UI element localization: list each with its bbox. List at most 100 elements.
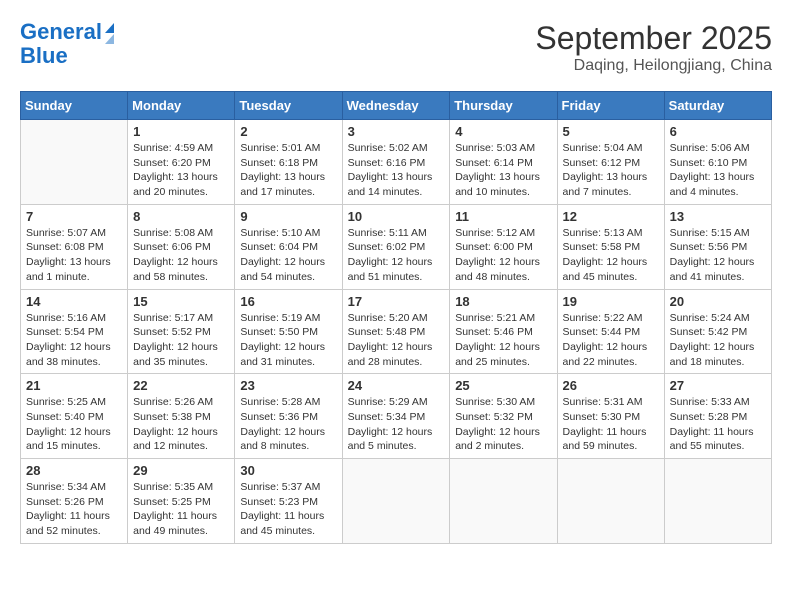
day-number: 2 — [240, 124, 336, 139]
day-info: Sunrise: 5:28 AM Sunset: 5:36 PM Dayligh… — [240, 395, 336, 454]
day-info: Sunrise: 5:21 AM Sunset: 5:46 PM Dayligh… — [455, 311, 551, 370]
calendar-cell: 25Sunrise: 5:30 AM Sunset: 5:32 PM Dayli… — [450, 374, 557, 459]
calendar-cell: 18 Sunrise: 5:21 AM Sunset: 5:46 PM Dayli… — [450, 289, 557, 374]
day-number: 19 — [563, 294, 659, 309]
day-number: 15 — [133, 294, 229, 309]
day-number: 13 — [670, 209, 766, 224]
day-number: 20 — [670, 294, 766, 309]
day-of-week-header: Thursday — [450, 92, 557, 120]
calendar-cell: 9 Sunrise: 5:10 AM Sunset: 6:04 PM Daylig… — [235, 204, 342, 289]
day-info: Sunrise: 5:12 AM Sunset: 6:00 PM Dayligh… — [455, 226, 551, 285]
day-number: 4 — [455, 124, 551, 139]
day-info: Sunrise: 5:34 AM Sunset: 5:26 PM Dayligh… — [26, 480, 122, 539]
calendar-cell: 17 Sunrise: 5:20 AM Sunset: 5:48 PM Dayli… — [342, 289, 450, 374]
calendar-cell: 5Sunrise: 5:04 AM Sunset: 6:12 PM Daylig… — [557, 120, 664, 205]
day-number: 29 — [133, 463, 229, 478]
day-number: 3 — [348, 124, 445, 139]
day-number: 17 — [348, 294, 445, 309]
day-info: Sunrise: 5:11 AM Sunset: 6:02 PM Dayligh… — [348, 226, 445, 285]
day-info: Sunrise: 5:29 AM Sunset: 5:34 PM Dayligh… — [348, 395, 445, 454]
page-header: General Blue September 2025 Daqing, Heil… — [20, 20, 772, 75]
day-info: Sunrise: 5:19 AM Sunset: 5:50 PM Dayligh… — [240, 311, 336, 370]
calendar-cell: 6 Sunrise: 5:06 AM Sunset: 6:10 PM Daylig… — [664, 120, 771, 205]
logo-text: General — [20, 20, 102, 44]
day-info: Sunrise: 5:10 AM Sunset: 6:04 PM Dayligh… — [240, 226, 336, 285]
calendar-cell: 10 Sunrise: 5:11 AM Sunset: 6:02 PM Dayli… — [342, 204, 450, 289]
day-number: 7 — [26, 209, 122, 224]
calendar-cell — [557, 459, 664, 544]
day-number: 27 — [670, 378, 766, 393]
day-of-week-header: Tuesday — [235, 92, 342, 120]
day-info: Sunrise: 5:02 AM Sunset: 6:16 PM Dayligh… — [348, 141, 445, 200]
day-number: 30 — [240, 463, 336, 478]
calendar-week-row: 1 Sunrise: 4:59 AM Sunset: 6:20 PM Daylig… — [21, 120, 772, 205]
calendar-cell: 4 Sunrise: 5:03 AM Sunset: 6:14 PM Daylig… — [450, 120, 557, 205]
day-info: Sunrise: 4:59 AM Sunset: 6:20 PM Dayligh… — [133, 141, 229, 200]
day-number: 21 — [26, 378, 122, 393]
calendar-cell: 29 Sunrise: 5:35 AM Sunset: 5:25 PM Dayli… — [128, 459, 235, 544]
day-info: Sunrise: 5:17 AM Sunset: 5:52 PM Dayligh… — [133, 311, 229, 370]
calendar-week-row: 7 Sunrise: 5:07 AM Sunset: 6:08 PM Daylig… — [21, 204, 772, 289]
day-info: Sunrise: 5:22 AM Sunset: 5:44 PM Dayligh… — [563, 311, 659, 370]
day-of-week-header: Friday — [557, 92, 664, 120]
day-number: 6 — [670, 124, 766, 139]
calendar-cell: 16 Sunrise: 5:19 AM Sunset: 5:50 PM Dayli… — [235, 289, 342, 374]
day-number: 24 — [348, 378, 445, 393]
day-number: 25 — [455, 378, 551, 393]
day-number: 16 — [240, 294, 336, 309]
calendar-cell: 13 Sunrise: 5:15 AM Sunset: 5:56 PM Dayli… — [664, 204, 771, 289]
day-info: Sunrise: 5:26 AM Sunset: 5:38 PM Dayligh… — [133, 395, 229, 454]
calendar-cell: 24 Sunrise: 5:29 AM Sunset: 5:34 PM Dayli… — [342, 374, 450, 459]
day-number: 8 — [133, 209, 229, 224]
day-info: Sunrise: 5:35 AM Sunset: 5:25 PM Dayligh… — [133, 480, 229, 539]
calendar-cell — [450, 459, 557, 544]
calendar-cell — [342, 459, 450, 544]
day-info: Sunrise: 5:13 AM Sunset: 5:58 PM Dayligh… — [563, 226, 659, 285]
day-info: Sunrise: 5:16 AM Sunset: 5:54 PM Dayligh… — [26, 311, 122, 370]
calendar-week-row: 28 Sunrise: 5:34 AM Sunset: 5:26 PM Dayli… — [21, 459, 772, 544]
calendar-cell: 11 Sunrise: 5:12 AM Sunset: 6:00 PM Dayli… — [450, 204, 557, 289]
day-number: 28 — [26, 463, 122, 478]
day-number: 18 — [455, 294, 551, 309]
day-of-week-header: Saturday — [664, 92, 771, 120]
calendar-cell: 19 Sunrise: 5:22 AM Sunset: 5:44 PM Dayli… — [557, 289, 664, 374]
day-number: 1 — [133, 124, 229, 139]
calendar-table: SundayMondayTuesdayWednesdayThursdayFrid… — [20, 91, 772, 544]
calendar-cell: 2 Sunrise: 5:01 AM Sunset: 6:18 PM Daylig… — [235, 120, 342, 205]
day-of-week-header: Monday — [128, 92, 235, 120]
day-info: Sunrise: 5:07 AM Sunset: 6:08 PM Dayligh… — [26, 226, 122, 285]
day-info: Sunrise: 5:15 AM Sunset: 5:56 PM Dayligh… — [670, 226, 766, 285]
day-info: Sunrise: 5:24 AM Sunset: 5:42 PM Dayligh… — [670, 311, 766, 370]
day-number: 22 — [133, 378, 229, 393]
calendar-cell: 22 Sunrise: 5:26 AM Sunset: 5:38 PM Dayli… — [128, 374, 235, 459]
calendar-cell: 27 Sunrise: 5:33 AM Sunset: 5:28 PM Dayli… — [664, 374, 771, 459]
calendar-subtitle: Daqing, Heilongjiang, China — [535, 57, 772, 75]
calendar-cell: 1 Sunrise: 4:59 AM Sunset: 6:20 PM Daylig… — [128, 120, 235, 205]
logo-text2: Blue — [20, 44, 114, 68]
calendar-cell: 12 Sunrise: 5:13 AM Sunset: 5:58 PM Dayli… — [557, 204, 664, 289]
day-info: Sunrise: 5:20 AM Sunset: 5:48 PM Dayligh… — [348, 311, 445, 370]
day-info: Sunrise: 5:06 AM Sunset: 6:10 PM Dayligh… — [670, 141, 766, 200]
day-info: Sunrise: 5:25 AM Sunset: 5:40 PM Dayligh… — [26, 395, 122, 454]
day-info: Sunrise: 5:33 AM Sunset: 5:28 PM Dayligh… — [670, 395, 766, 454]
calendar-cell: 28 Sunrise: 5:34 AM Sunset: 5:26 PM Dayli… — [21, 459, 128, 544]
day-number: 9 — [240, 209, 336, 224]
calendar-cell — [21, 120, 128, 205]
calendar-cell: 15 Sunrise: 5:17 AM Sunset: 5:52 PM Dayli… — [128, 289, 235, 374]
day-number: 10 — [348, 209, 445, 224]
calendar-cell: 26Sunrise: 5:31 AM Sunset: 5:30 PM Dayli… — [557, 374, 664, 459]
day-number: 11 — [455, 209, 551, 224]
calendar-cell: 21 Sunrise: 5:25 AM Sunset: 5:40 PM Dayli… — [21, 374, 128, 459]
calendar-title: September 2025 — [535, 20, 772, 57]
day-number: 12 — [563, 209, 659, 224]
day-info: Sunrise: 5:03 AM Sunset: 6:14 PM Dayligh… — [455, 141, 551, 200]
day-number: 23 — [240, 378, 336, 393]
day-info: Sunrise: 5:31 AM Sunset: 5:30 PM Dayligh… — [563, 395, 659, 454]
day-info: Sunrise: 5:08 AM Sunset: 6:06 PM Dayligh… — [133, 226, 229, 285]
calendar-cell: 7 Sunrise: 5:07 AM Sunset: 6:08 PM Daylig… — [21, 204, 128, 289]
day-of-week-header: Wednesday — [342, 92, 450, 120]
day-info: Sunrise: 5:01 AM Sunset: 6:18 PM Dayligh… — [240, 141, 336, 200]
day-info: Sunrise: 5:04 AM Sunset: 6:12 PM Dayligh… — [563, 141, 659, 200]
calendar-week-row: 21 Sunrise: 5:25 AM Sunset: 5:40 PM Dayli… — [21, 374, 772, 459]
day-of-week-header: Sunday — [21, 92, 128, 120]
